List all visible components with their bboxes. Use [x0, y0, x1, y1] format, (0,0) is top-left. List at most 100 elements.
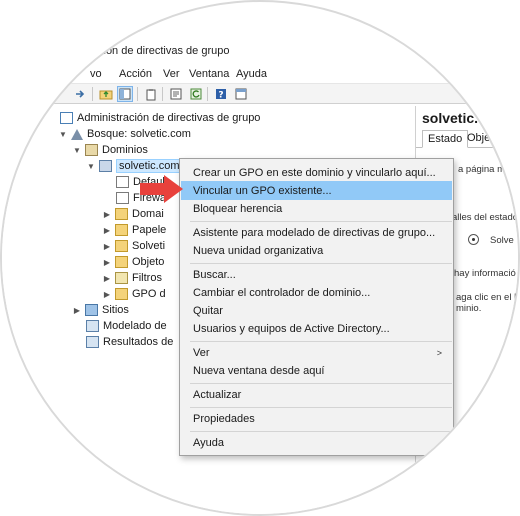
- chevron-right-icon[interactable]: ▶: [102, 226, 112, 235]
- menu-ventana[interactable]: Ventana: [189, 68, 229, 80]
- menu-item-bloquear-herencia[interactable]: Bloquear herencia: [181, 199, 452, 218]
- info-text: alles del estado: [452, 212, 519, 223]
- info-text: minio.: [456, 303, 482, 314]
- tree-label: GPO d: [132, 288, 166, 300]
- menu-accion[interactable]: Acción: [119, 68, 152, 80]
- radio-button[interactable]: [468, 234, 479, 245]
- menu-item-actualizar[interactable]: Actualizar: [181, 385, 452, 404]
- menu-item-label: Buscar...: [193, 268, 236, 281]
- up-folder-icon[interactable]: [98, 86, 114, 102]
- sites-icon: [85, 304, 98, 316]
- menu-separator: [190, 341, 452, 342]
- menu-item-label: Cambiar el controlador de dominio...: [193, 286, 371, 299]
- info-text: a página m: [458, 164, 506, 175]
- menu-item-crear-gpo[interactable]: Crear un GPO en este dominio y vincularl…: [181, 163, 452, 182]
- tree-item-root[interactable]: Administración de directivas de grupo: [60, 110, 260, 126]
- pointer-arrow-icon: [140, 175, 183, 203]
- menu-separator: [190, 407, 452, 408]
- menu-item-label: Quitar: [193, 304, 223, 317]
- gpo-objects-folder-icon: [115, 256, 128, 268]
- wmi-filter-icon: [115, 272, 128, 284]
- tree-label: Dominios: [102, 144, 148, 156]
- chevron-right-icon[interactable]: ▶: [102, 290, 112, 299]
- gpo-link-icon: [116, 192, 129, 204]
- tree-label: solvetic.com: [116, 159, 183, 173]
- menu-item-label: Usuarios y equipos de Active Directory..…: [193, 322, 390, 335]
- chevron-right-icon[interactable]: ▶: [102, 242, 112, 251]
- context-menu: Crear un GPO en este dominio y vincularl…: [179, 158, 454, 456]
- menu-item-label: Asistente para modelado de directivas de…: [193, 226, 436, 239]
- menu-item-cambiar-controlador[interactable]: Cambiar el controlador de dominio...: [181, 283, 452, 302]
- tree-item-filtros[interactable]: ▶ Filtros: [102, 270, 162, 286]
- starter-gpo-folder-icon: [115, 288, 128, 300]
- title-bar: ción de directivas de grupo: [2, 32, 518, 62]
- tree-item-sites[interactable]: ▶ Sitios: [72, 302, 129, 318]
- tree-label: Modelado de: [103, 320, 167, 332]
- gpo-management-icon: [60, 112, 73, 124]
- show-tree-icon[interactable]: [117, 86, 133, 102]
- menu-item-quitar[interactable]: Quitar: [181, 301, 452, 320]
- tree-item-objetos[interactable]: ▶ Objeto: [102, 254, 164, 270]
- window-title: ción de directivas de grupo: [98, 45, 230, 57]
- view-icon[interactable]: [233, 86, 249, 102]
- chevron-right-icon[interactable]: ▶: [72, 306, 82, 315]
- chevron-down-icon[interactable]: ▼: [86, 162, 96, 171]
- menu-item-propiedades[interactable]: Propiedades: [181, 409, 452, 428]
- forest-icon: [71, 128, 83, 140]
- tab-objetos[interactable]: Obje: [462, 130, 495, 148]
- properties-icon[interactable]: [168, 86, 184, 102]
- menu-item-vincular-gpo[interactable]: Vincular un GPO existente...: [181, 181, 452, 200]
- tree-label: Domai: [132, 208, 164, 220]
- forward-icon[interactable]: [72, 86, 88, 102]
- domains-icon: [85, 144, 98, 156]
- ou-folder-icon: [115, 240, 128, 252]
- menu-ayuda[interactable]: Ayuda: [236, 68, 267, 80]
- pane-title: solvetic.: [422, 110, 479, 126]
- chevron-right-icon[interactable]: ▶: [102, 210, 112, 219]
- tree-label: Papele: [132, 224, 167, 236]
- tree-label: Administración de directivas de grupo: [77, 112, 261, 124]
- menu-item-label: Propiedades: [193, 412, 255, 425]
- menu-item-ver[interactable]: Ver >: [181, 343, 452, 362]
- tree-item-starter-gpos[interactable]: ▶ GPO d: [102, 286, 166, 302]
- clipboard-icon[interactable]: [143, 86, 159, 102]
- menu-archivo[interactable]: vo: [90, 68, 102, 80]
- menu-item-asistente-modelado[interactable]: Asistente para modelado de directivas de…: [181, 223, 452, 242]
- refresh-icon[interactable]: [188, 86, 204, 102]
- menu-separator: [190, 263, 452, 264]
- tree-item-domain-controllers[interactable]: ▶ Domai: [102, 206, 164, 222]
- tree-item-solvetic-ou[interactable]: ▶ Solveti: [102, 238, 165, 254]
- tree-label: Solveti: [132, 240, 166, 252]
- modeling-icon: [86, 320, 99, 332]
- menu-item-label: Ayuda: [193, 436, 224, 449]
- toolbar: ?: [2, 84, 518, 104]
- menu-item-nueva-ou[interactable]: Nueva unidad organizativa: [181, 241, 452, 260]
- menu-item-usuarios-equipos[interactable]: Usuarios y equipos de Active Directory..…: [181, 319, 452, 338]
- info-text: hay informació: [454, 268, 516, 279]
- menu-item-label: Crear un GPO en este dominio y vincularl…: [193, 166, 436, 179]
- help-icon[interactable]: ?: [213, 86, 229, 102]
- results-icon: [86, 336, 99, 348]
- chevron-right-icon[interactable]: ▶: [102, 274, 112, 283]
- menu-ver[interactable]: Ver: [163, 68, 180, 80]
- tree-item-modeling[interactable]: Modelado de: [86, 318, 167, 334]
- menu-item-ayuda[interactable]: Ayuda: [181, 433, 452, 452]
- menu-item-label: Actualizar: [193, 388, 242, 401]
- ou-folder-icon: [115, 208, 128, 220]
- chevron-down-icon[interactable]: ▼: [72, 146, 82, 155]
- gpo-link-icon: [116, 176, 129, 188]
- tree-item-domains[interactable]: ▼ Dominios: [72, 142, 148, 158]
- tree-item-results[interactable]: Resultados de: [86, 334, 173, 350]
- menu-item-label: Nueva unidad organizativa: [193, 244, 324, 257]
- menu-separator: [190, 383, 452, 384]
- tree-item-domain-solvetic[interactable]: ▼ solvetic.com: [86, 158, 183, 174]
- menu-item-nueva-ventana[interactable]: Nueva ventana desde aquí: [181, 361, 452, 380]
- chevron-down-icon[interactable]: ▼: [58, 130, 68, 139]
- tree-label: Sitios: [102, 304, 129, 316]
- menu-item-buscar[interactable]: Buscar...: [181, 265, 452, 284]
- tree-label: Filtros: [132, 272, 162, 284]
- chevron-right-icon[interactable]: ▶: [102, 258, 112, 267]
- menu-item-label: Ver: [193, 346, 210, 359]
- tree-item-papelera[interactable]: ▶ Papele: [102, 222, 166, 238]
- tree-item-forest[interactable]: ▼ Bosque: solvetic.com: [58, 126, 191, 142]
